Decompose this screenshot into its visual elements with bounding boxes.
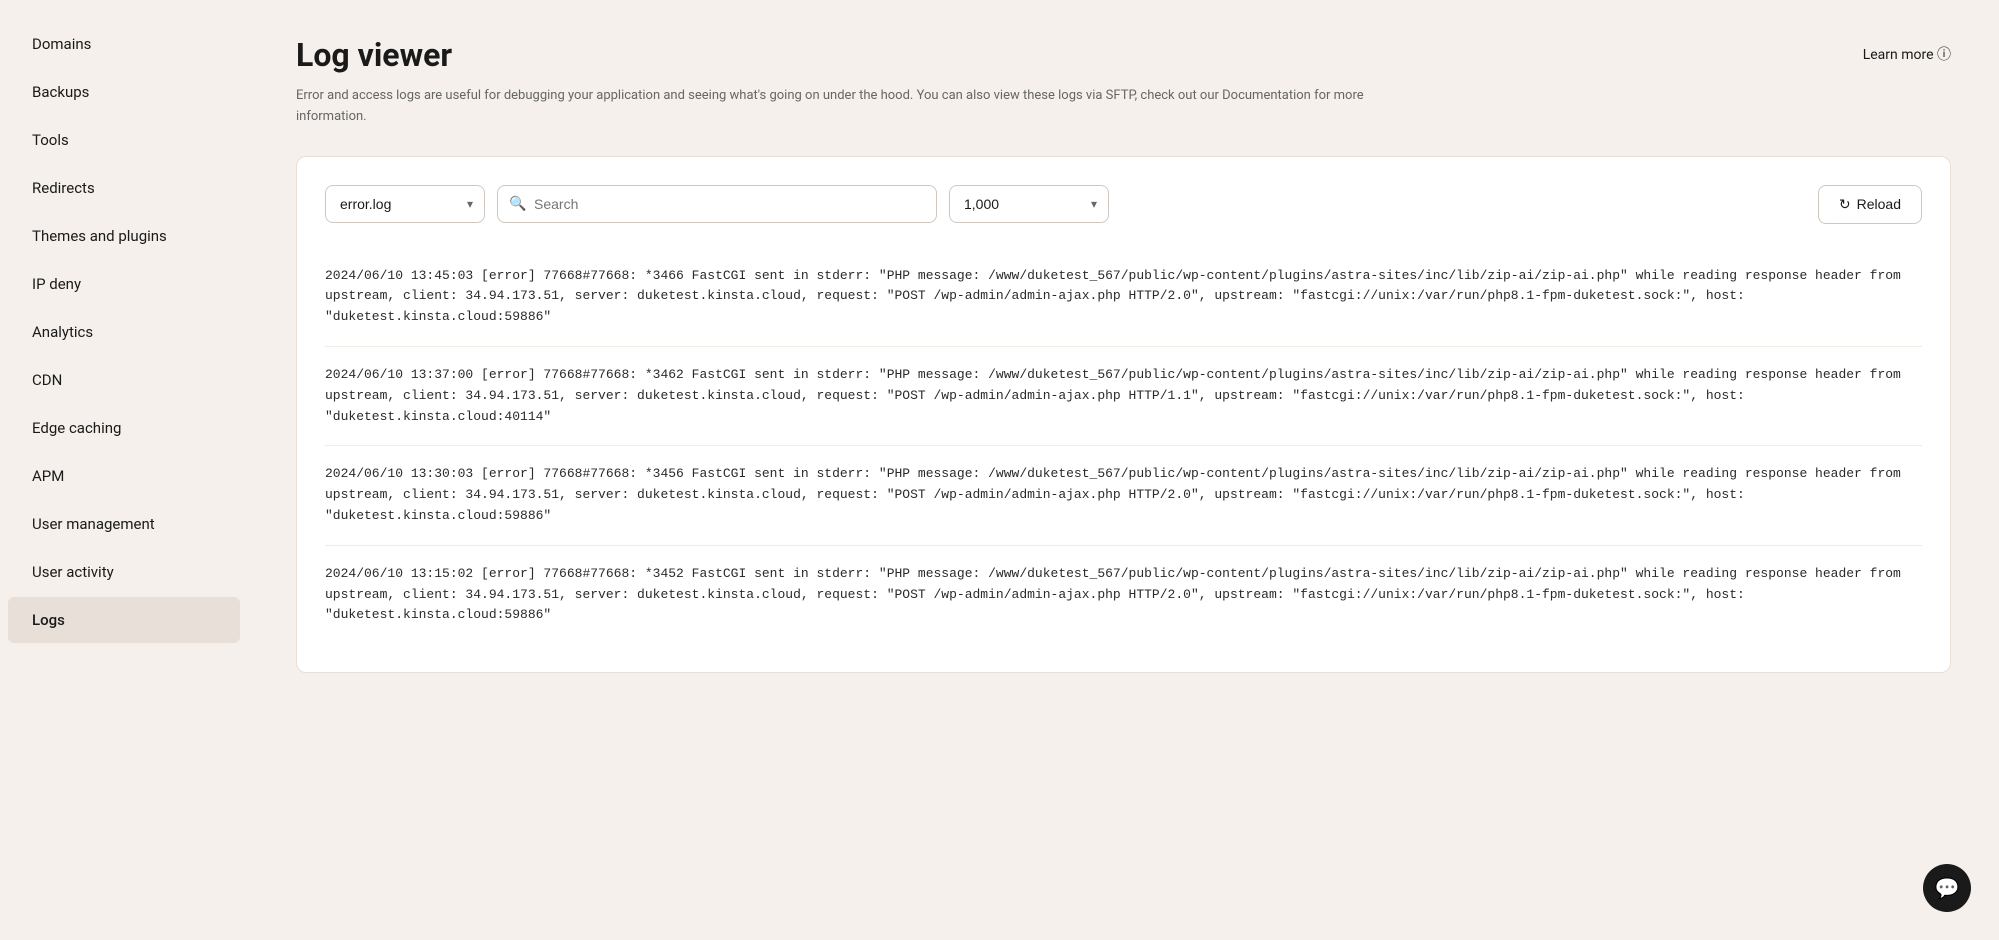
sidebar-item-logs[interactable]: Logs (8, 597, 240, 643)
page-header: Log viewer Learn more ⓘ (296, 36, 1951, 74)
reload-label: Reload (1857, 196, 1901, 212)
sidebar-item-user-activity[interactable]: User activity (8, 549, 240, 595)
sidebar-item-domains[interactable]: Domains (8, 21, 240, 67)
sidebar-item-themes-and-plugins[interactable]: Themes and plugins (8, 213, 240, 259)
log-file-select[interactable]: error.logaccess.log (325, 185, 485, 223)
chat-bubble-button[interactable]: 💬 (1923, 864, 1971, 912)
log-entries: 2024/06/10 13:45:03 [error] 77668#77668:… (325, 248, 1922, 645)
sidebar-item-ip-deny[interactable]: IP deny (8, 261, 240, 307)
sidebar-item-redirects[interactable]: Redirects (8, 165, 240, 211)
search-icon: 🔍 (509, 196, 526, 212)
sidebar-item-cdn[interactable]: CDN (8, 357, 240, 403)
sidebar-item-analytics[interactable]: Analytics (8, 309, 240, 355)
log-entry: 2024/06/10 13:15:02 [error] 77668#77668:… (325, 546, 1922, 644)
main-content: Log viewer Learn more ⓘ Error and access… (248, 0, 1999, 940)
log-file-select-wrapper: error.logaccess.log ▾ (325, 185, 485, 223)
toolbar: error.logaccess.log ▾ 🔍 1005001,0005,000… (325, 185, 1922, 224)
sidebar-item-backups[interactable]: Backups (8, 69, 240, 115)
search-input[interactable] (497, 185, 937, 223)
page-description: Error and access logs are useful for deb… (296, 86, 1396, 128)
learn-more-link[interactable]: Learn more ⓘ (1863, 44, 1951, 64)
log-panel: error.logaccess.log ▾ 🔍 1005001,0005,000… (296, 156, 1951, 674)
page-title: Log viewer (296, 36, 452, 74)
log-entry: 2024/06/10 13:45:03 [error] 77668#77668:… (325, 248, 1922, 347)
log-entry: 2024/06/10 13:37:00 [error] 77668#77668:… (325, 347, 1922, 446)
sidebar-item-tools[interactable]: Tools (8, 117, 240, 163)
reload-icon: ↻ (1839, 196, 1851, 213)
chat-icon: 💬 (1935, 876, 1960, 900)
sidebar-item-user-management[interactable]: User management (8, 501, 240, 547)
sidebar-item-edge-caching[interactable]: Edge caching (8, 405, 240, 451)
lines-select-wrapper: 1005001,0005,000 ▾ (949, 185, 1109, 223)
log-entry: 2024/06/10 13:30:03 [error] 77668#77668:… (325, 446, 1922, 545)
search-wrapper: 🔍 (497, 185, 937, 223)
reload-button[interactable]: ↻ Reload (1818, 185, 1922, 224)
lines-select[interactable]: 1005001,0005,000 (949, 185, 1109, 223)
sidebar: DomainsBackupsToolsRedirectsThemes and p… (0, 0, 248, 940)
sidebar-item-apm[interactable]: APM (8, 453, 240, 499)
